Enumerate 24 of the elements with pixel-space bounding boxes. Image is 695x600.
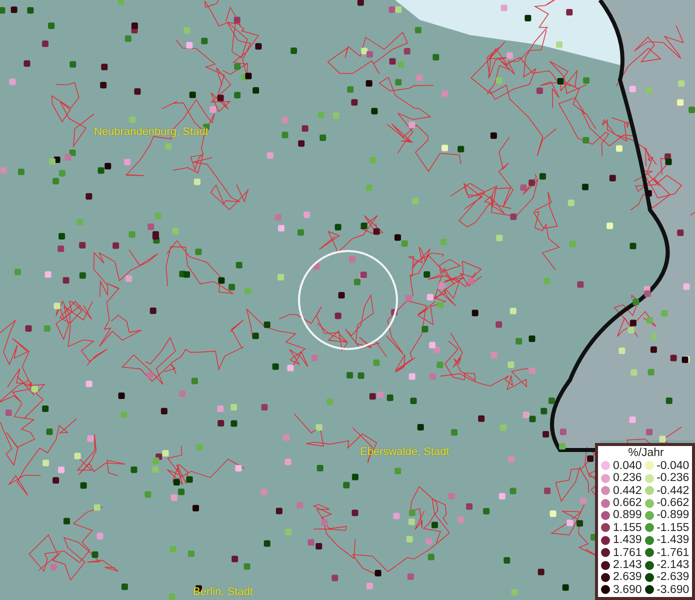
legend-value: -0.662 (656, 497, 690, 510)
legend-value: 3.690 (613, 584, 642, 596)
legend-value: 0.662 (613, 497, 642, 510)
legend-value: -0.040 (656, 460, 690, 472)
legend-value: 0.899 (613, 509, 642, 522)
legend-value: 2.639 (613, 571, 642, 584)
legend-value: -1.439 (656, 534, 690, 546)
city-label: Berlin, Stadt (193, 586, 253, 598)
legend-value: 0.236 (613, 472, 642, 484)
legend-value: -1.155 (656, 522, 690, 534)
legend-value: 0.040 (613, 460, 642, 472)
legend-value: -3.690 (656, 584, 690, 596)
legend-value: -2.143 (656, 559, 690, 572)
legend-value: -2.639 (656, 571, 690, 584)
legend-title: %/Jahr (627, 446, 665, 459)
legend-value: 1.155 (613, 522, 642, 534)
legend-value: 2.143 (613, 559, 642, 572)
legend-value: -0.236 (656, 472, 690, 484)
legend-value: 0.442 (613, 484, 642, 497)
legend-value: -0.899 (656, 509, 690, 522)
legend-value: -1.761 (656, 546, 690, 559)
legend-value: 1.761 (613, 546, 642, 559)
legend-value: 1.439 (613, 534, 642, 546)
legend-value: -0.442 (656, 484, 690, 497)
